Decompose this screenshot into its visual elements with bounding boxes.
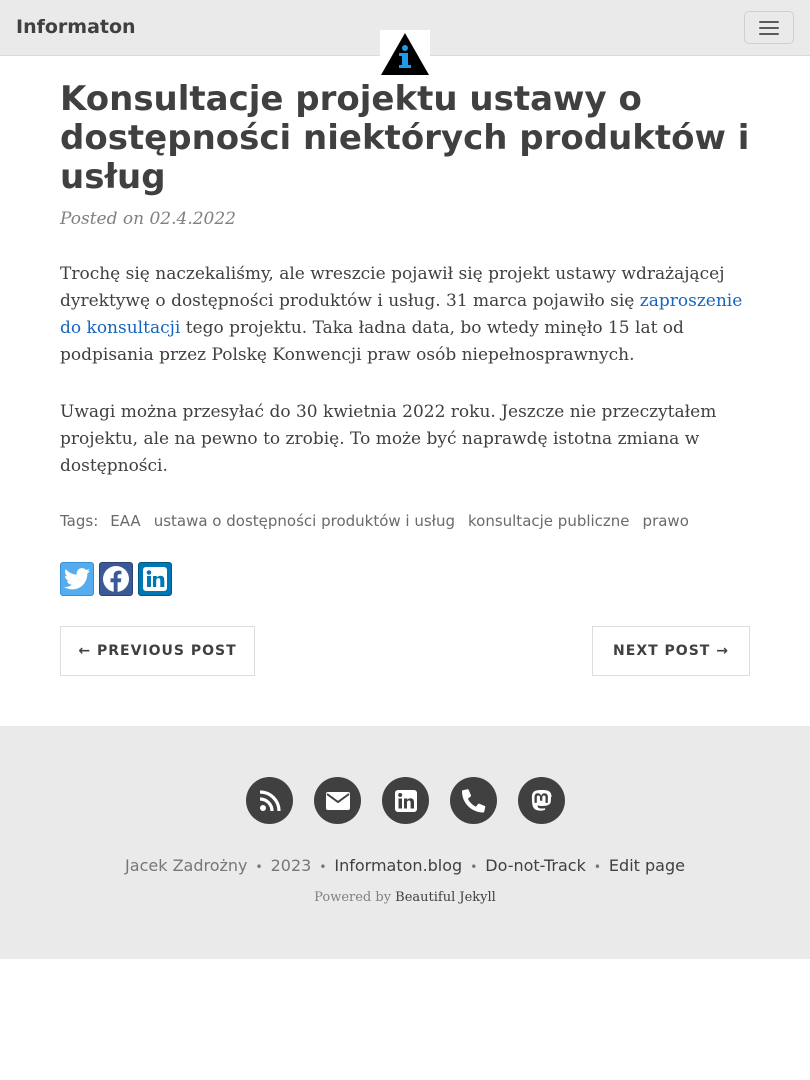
post-title: Konsultacje projektu ustawy o dostępnośc…: [60, 79, 750, 197]
tag-link[interactable]: prawo: [643, 512, 689, 530]
footer-dnt-link[interactable]: Do-not-Track: [485, 856, 586, 875]
facebook-icon: [103, 566, 129, 592]
post-header: Konsultacje projektu ustawy o dostępnośc…: [60, 79, 750, 230]
email-link[interactable]: [314, 777, 361, 824]
separator-dot: •: [470, 860, 478, 874]
share-linkedin-button[interactable]: [138, 562, 172, 596]
site-logo-link[interactable]: [380, 30, 430, 76]
tag-link[interactable]: ustawa o dostępności produktów i usług: [154, 512, 455, 530]
post-paragraph-1: Trochę się naczekaliśmy, ale wreszcie po…: [60, 261, 750, 369]
post-paragraph-2: Uwagi można przesyłać do 30 kwietnia 202…: [60, 402, 717, 476]
tags-label: Tags:: [60, 512, 99, 530]
rss-icon: [259, 789, 281, 811]
share-buttons: [60, 562, 172, 596]
mastodon-icon: [531, 789, 552, 811]
phone-icon: [461, 788, 485, 812]
share-facebook-button[interactable]: [99, 562, 133, 596]
phone-link[interactable]: [450, 777, 497, 824]
footer-author: Jacek Zadrożny: [125, 856, 248, 875]
separator-dot: •: [255, 860, 263, 874]
menu-toggle-button[interactable]: [744, 11, 794, 44]
footer-social-links: [246, 777, 565, 824]
powered-by: Powered by Beautiful Jekyll: [0, 890, 810, 905]
tags-list: Tags: EAA ustawa o dostępności produktów i…: [60, 512, 702, 530]
site-brand-link[interactable]: Informaton: [16, 16, 136, 38]
rss-link[interactable]: [246, 777, 293, 824]
next-post-button[interactable]: NEXT POST →: [592, 626, 750, 676]
linkedin-icon: [143, 567, 167, 591]
tag-link[interactable]: konsultacje publiczne: [468, 512, 630, 530]
tag-link[interactable]: EAA: [110, 512, 140, 530]
paragraph-text: Trochę się naczekaliśmy, ale wreszcie po…: [60, 264, 725, 311]
footer: Jacek Zadrożny • 2023 • Informaton.blog • Do-n…: [0, 726, 810, 959]
previous-post-button[interactable]: ← PREVIOUS POST: [60, 626, 255, 676]
mastodon-link[interactable]: [518, 777, 565, 824]
powered-by-text: Powered by: [314, 890, 396, 905]
footer-year: 2023: [270, 856, 312, 875]
footer-copyright-line: Jacek Zadrożny • 2023 • Informaton.blog • Do-n…: [0, 856, 810, 875]
twitter-icon: [64, 568, 90, 590]
footer-site-link[interactable]: Informaton.blog: [334, 856, 462, 875]
linkedin-link[interactable]: [382, 777, 429, 824]
footer-edit-link[interactable]: Edit page: [609, 856, 685, 875]
beautiful-jekyll-link[interactable]: Beautiful Jekyll: [395, 890, 496, 905]
linkedin-icon: [394, 789, 417, 812]
separator-dot: •: [593, 860, 601, 874]
email-icon: [325, 791, 350, 810]
share-twitter-button[interactable]: [60, 562, 94, 596]
info-triangle-icon: [381, 33, 429, 75]
separator-dot: •: [319, 860, 327, 874]
post-meta: Posted on 02.4.2022: [60, 209, 236, 229]
